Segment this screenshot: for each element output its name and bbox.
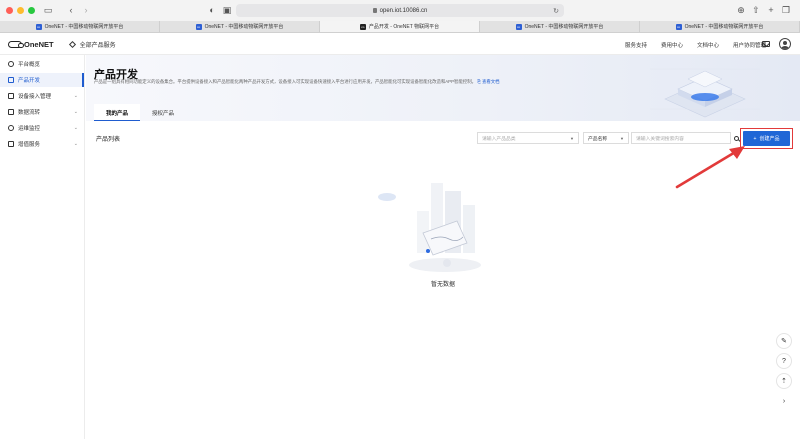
forward-icon[interactable]: › (82, 5, 90, 15)
download-icon[interactable]: ⊕ (737, 5, 745, 15)
product-icon (8, 76, 14, 83)
tab-my-products[interactable]: 我的产品 (94, 104, 141, 121)
browser-tab-label: OneNET - 中国移动物联网开放平台 (524, 24, 604, 30)
sidebar-item-device[interactable]: 设备接入管理 ⌄ (0, 89, 84, 104)
onenet-favicon: co (195, 23, 202, 30)
empty-state-text: 暂无数据 (430, 282, 455, 288)
close-window-button[interactable] (6, 7, 13, 14)
window-controls (6, 7, 35, 14)
search-icon (733, 135, 739, 141)
help-icon[interactable]: ? (776, 353, 792, 369)
sidebar-item-product[interactable]: 产品开发 (0, 72, 84, 87)
keyword-placeholder: 请输入关键词搜索内容 (636, 136, 684, 142)
plus-icon: + (753, 135, 757, 142)
browser-tab-label: OneNET - 中国移动物联网开放平台 (684, 24, 764, 30)
address-bar[interactable]: open.iot.10086.cn ↻ (236, 4, 564, 17)
list-title: 产品列表 (96, 137, 121, 143)
top-nav: 服务支持 费用中心 文档中心 用户协同管理 (625, 34, 766, 55)
category-placeholder: 请输入产品品类 (482, 136, 516, 142)
sidebar-item-label: 增值服务 (18, 141, 41, 148)
product-tabs: 我的产品 授权产品 (94, 104, 186, 121)
browser-tab-strip: co OneNET - 中国移动物联网开放平台 co OneNET - 中国移动物联… (0, 21, 800, 33)
lock-icon (372, 8, 377, 13)
sidebar-item-dataflow[interactable]: 数据流转 ⌄ (0, 105, 84, 120)
caret-down-icon: ▼ (620, 135, 624, 141)
device-icon (8, 92, 14, 99)
page-description: 产品是一组具有相同功能定义的设备集合。平台提供设备接入和产品智能化两种产品开发方… (94, 79, 554, 85)
chevron-down-icon: ⌄ (73, 124, 78, 131)
minimize-window-button[interactable] (17, 7, 24, 14)
browser-tab[interactable]: co OneNET - 中国移动物联网开放平台 (480, 21, 640, 32)
browser-tab-label: OneNET - 中国移动物联网开放平台 (44, 24, 124, 30)
privacy-shield-icon[interactable]: ◐ (208, 5, 216, 15)
sidebar: 平台概览 产品开发 设备接入管理 ⌄ 数据流转 ⌄ 运维监控 ⌄ 增值服务 ⌄ (0, 55, 85, 439)
url-text: open.iot.10086.cn (379, 7, 428, 14)
logo-icon (8, 40, 24, 48)
main-content: 产品开发 产品是一组具有相同功能定义的设备集合。平台提供设备接入和产品智能化两种… (86, 55, 800, 439)
nav-billing-center[interactable]: 费用中心 (661, 41, 683, 49)
logo-text: OneNET (24, 39, 54, 49)
back-icon[interactable]: ‹ (67, 5, 75, 15)
onenet-favicon-dark: co (359, 23, 366, 30)
doc-link[interactable]: ⎘ 查看文档 (477, 79, 499, 84)
search-type-select[interactable]: 产品名称 ▼ (583, 132, 629, 144)
browser-tab-label: 产品开发 - OneNET 物联网平台 (368, 24, 440, 30)
tab-overview-icon[interactable]: ❐ (782, 5, 790, 15)
sidebar-item-monitor[interactable]: 运维监控 ⌄ (0, 121, 84, 136)
dataflow-icon (8, 108, 14, 115)
chevron-down-icon: ⌄ (73, 140, 78, 147)
zoom-window-button[interactable] (28, 7, 35, 14)
extension-icon[interactable]: ▣ (223, 5, 232, 15)
browser-tab-active[interactable]: co 产品开发 - OneNET 物联网平台 (320, 21, 480, 32)
new-tab-icon[interactable]: + (767, 5, 775, 15)
diamond-icon (68, 40, 76, 48)
tab-authorized-products[interactable]: 授权产品 (140, 104, 186, 121)
nav-service-support[interactable]: 服务支持 (625, 41, 647, 49)
overview-icon (8, 60, 14, 67)
browser-tab-label: OneNET - 中国移动物联网开放平台 (204, 24, 284, 30)
page-banner: 产品开发 产品是一组具有相同功能定义的设备集合。平台提供设备接入和产品智能化两种… (86, 55, 800, 121)
banner-illustration (650, 68, 760, 118)
back-to-top-icon[interactable]: ⇡ (776, 373, 792, 389)
reload-icon[interactable]: ↻ (553, 7, 559, 15)
feedback-icon[interactable]: ✎ (776, 333, 792, 349)
sidebar-item-label: 平台概览 (18, 61, 41, 68)
mail-icon[interactable] (762, 41, 770, 47)
sidebar-item-label: 数据流转 (18, 109, 41, 116)
sidebar-item-service[interactable]: 增值服务 ⌄ (0, 137, 84, 152)
sidebar-item-label: 设备接入管理 (18, 93, 52, 100)
description-text: 产品是一组具有相同功能定义的设备集合。平台提供设备接入和产品智能化两种产品开发方… (94, 79, 476, 84)
site-header: OneNET 全部产品服务 服务支持 费用中心 文档中心 用户协同管理 (0, 34, 800, 55)
share-icon[interactable]: ⇧ (752, 5, 760, 15)
avatar[interactable] (779, 38, 791, 50)
sidebar-item-overview[interactable]: 平台概览 (0, 57, 84, 72)
chevron-down-icon: ⌄ (73, 108, 78, 115)
browser-tab[interactable]: co OneNET - 中国移动物联网开放平台 (640, 21, 800, 32)
service-icon (8, 140, 14, 147)
all-products-menu[interactable]: 全部产品服务 (68, 40, 116, 49)
search-type-value: 产品名称 (588, 136, 608, 142)
all-products-label: 全部产品服务 (79, 42, 116, 49)
red-arrow-annotation (675, 146, 745, 189)
sidebar-toggle-icon[interactable]: ▭ (42, 5, 54, 15)
chevron-down-icon: ⌄ (73, 92, 78, 99)
create-product-label: 创建产品 (759, 136, 780, 142)
onenet-favicon: co (35, 23, 42, 30)
browser-toolbar: ▭ ‹ › ◐ ▣ open.iot.10086.cn ↻ ⊕ ⇧ + ❐ (0, 0, 800, 21)
nav-docs-center[interactable]: 文档中心 (697, 41, 719, 49)
onenet-logo[interactable]: OneNET (8, 40, 54, 49)
sidebar-item-label: 产品开发 (18, 77, 41, 84)
category-select[interactable]: 请输入产品品类 ▼ (477, 132, 579, 144)
doc-link-label: 查看文档 (481, 79, 500, 84)
collapse-icon[interactable]: › (776, 393, 792, 409)
browser-tab[interactable]: co OneNET - 中国移动物联网开放平台 (160, 21, 320, 32)
sidebar-item-label: 运维监控 (18, 125, 41, 132)
onenet-favicon: co (515, 23, 522, 30)
caret-down-icon: ▼ (570, 135, 574, 141)
browser-tab[interactable]: co OneNET - 中国移动物联网开放平台 (0, 21, 160, 32)
onenet-favicon: co (675, 23, 682, 30)
monitor-icon (8, 124, 14, 131)
floating-toolbar: ✎ ? ⇡ › (776, 333, 796, 413)
empty-state-illustration (378, 183, 481, 272)
